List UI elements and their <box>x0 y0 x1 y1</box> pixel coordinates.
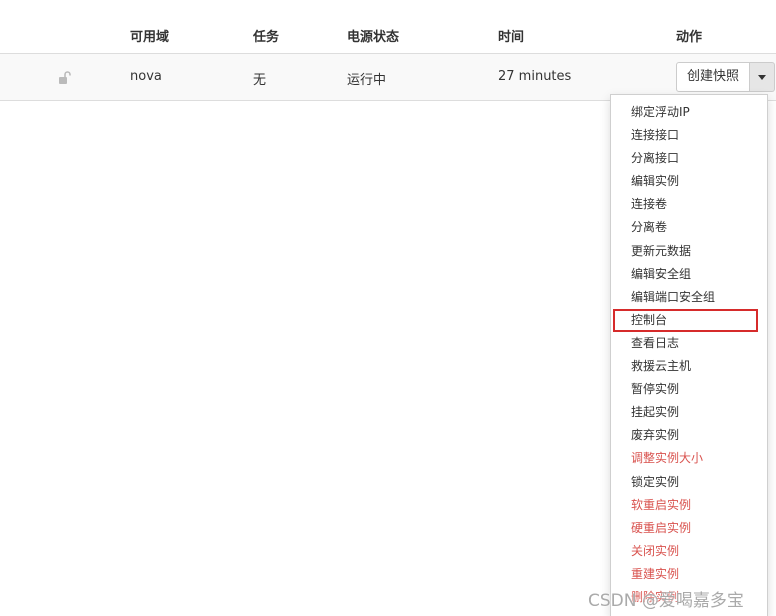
actions-split-button: 创建快照 <box>676 62 776 92</box>
menu-item[interactable]: 软重启实例 <box>611 494 767 517</box>
column-header-task[interactable]: 任务 <box>253 26 279 45</box>
menu-item[interactable]: 编辑端口安全组 <box>611 286 767 309</box>
table-header: 可用域 任务 电源状态 时间 动作 <box>0 0 776 54</box>
menu-item[interactable]: 硬重启实例 <box>611 517 767 540</box>
menu-item[interactable]: 更新元数据 <box>611 240 767 263</box>
cell-power-state: 运行中 <box>347 73 387 88</box>
menu-item[interactable]: 挂起实例 <box>611 401 767 424</box>
menu-item[interactable]: 废弃实例 <box>611 424 767 447</box>
cell-task: 无 <box>253 73 267 88</box>
column-header-power-state[interactable]: 电源状态 <box>347 26 399 45</box>
menu-item[interactable]: 锁定实例 <box>611 471 767 494</box>
menu-item[interactable]: 连接卷 <box>611 193 767 216</box>
menu-item[interactable]: 查看日志 <box>611 332 767 355</box>
menu-item[interactable]: 关闭实例 <box>611 540 767 563</box>
menu-item[interactable]: 控制台 <box>613 308 758 332</box>
menu-item[interactable]: 编辑安全组 <box>611 263 767 286</box>
unlock-icon[interactable] <box>58 70 72 84</box>
actions-dropdown-menu: 绑定浮动IP 连接接口 分离接口 编辑实例 连接卷 分离卷 更新元数据 编辑安全组 编辑端口安全… <box>610 94 768 616</box>
menu-item[interactable]: 调整实例大小 <box>611 447 767 470</box>
caret-down-icon <box>758 74 767 80</box>
cell-zone: nova <box>130 69 162 84</box>
menu-item[interactable]: 连接接口 <box>611 124 767 147</box>
watermark: CSDN @爱喝嘉多宝 <box>588 591 744 611</box>
menu-item[interactable]: 绑定浮动IP <box>611 101 767 124</box>
column-header-actions: 动作 <box>676 30 703 45</box>
menu-item[interactable]: 救援云主机 <box>611 355 767 378</box>
menu-item[interactable]: 分离接口 <box>611 147 767 170</box>
menu-item[interactable]: 分离卷 <box>611 216 767 239</box>
actions-dropdown-toggle[interactable] <box>750 62 776 92</box>
instances-page: 可用域 任务 电源状态 时间 动作 nova 无 运行中 27 minutes … <box>0 0 776 616</box>
create-snapshot-button[interactable]: 创建快照 <box>676 62 751 92</box>
cell-time: 27 minutes <box>498 69 572 84</box>
menu-item[interactable]: 编辑实例 <box>611 170 767 193</box>
menu-item[interactable]: 重建实例 <box>611 563 767 586</box>
column-header-zone[interactable]: 可用域 <box>130 26 169 45</box>
menu-item[interactable]: 暂停实例 <box>611 378 767 401</box>
column-header-time[interactable]: 时间 <box>498 26 524 45</box>
